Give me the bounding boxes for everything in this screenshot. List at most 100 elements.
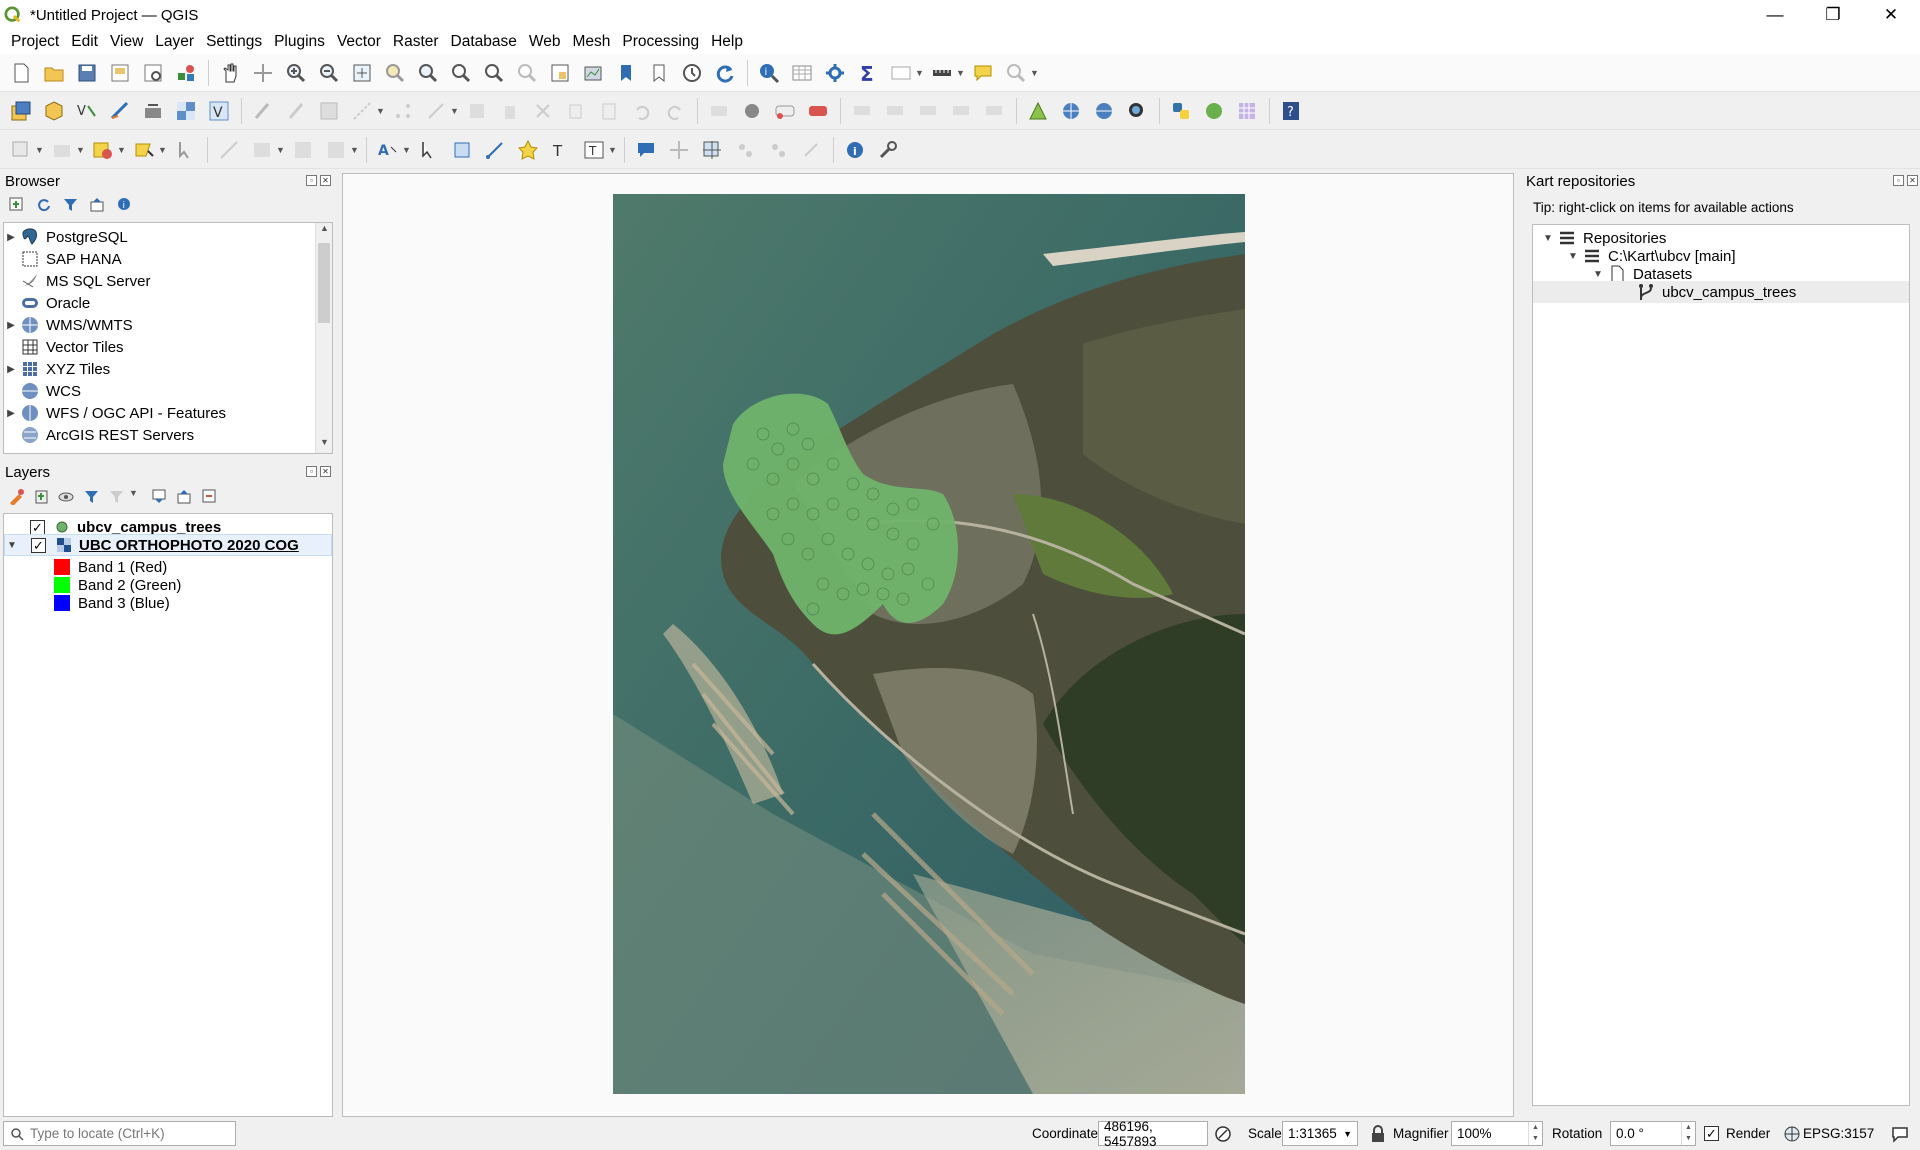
menu-vector[interactable]: Vector <box>331 33 387 51</box>
python-console-icon[interactable] <box>1168 98 1194 124</box>
new-shapefile-icon[interactable]: V <box>74 98 100 124</box>
identify-features-icon[interactable]: i <box>756 60 782 86</box>
abc-label-icon[interactable] <box>772 98 798 124</box>
close-button[interactable]: ✕ <box>1862 0 1920 30</box>
collapse-arrow-icon[interactable]: ▼ <box>5 540 19 551</box>
add-group-icon[interactable] <box>33 488 50 505</box>
chevron-down-icon[interactable]: ▼ <box>276 145 285 155</box>
zoom-to-selection-icon[interactable] <box>382 60 408 86</box>
trash-icon[interactable] <box>497 98 523 124</box>
label-tool-icon[interactable] <box>706 98 732 124</box>
save-project-icon[interactable] <box>74 60 100 86</box>
float-panel-icon[interactable]: ▫ <box>1893 175 1904 186</box>
menu-mesh[interactable]: Mesh <box>567 33 617 51</box>
advanced-digitizing-icon[interactable] <box>216 137 242 163</box>
filter-icon[interactable] <box>62 196 79 213</box>
new-temporary-layer-icon[interactable] <box>107 98 133 124</box>
delete-point-icon[interactable] <box>765 137 791 163</box>
new-3d-view-icon[interactable] <box>580 60 606 86</box>
new-bookmark-icon[interactable] <box>613 60 639 86</box>
map-canvas[interactable] <box>342 173 1514 1117</box>
menu-database[interactable]: Database <box>445 33 523 51</box>
add-raster-icon[interactable] <box>173 98 199 124</box>
new-project-icon[interactable] <box>8 60 34 86</box>
browser-item-vector-tiles[interactable]: Vector Tiles <box>4 336 124 358</box>
layer-labeling-icon[interactable] <box>739 98 765 124</box>
collapse-arrow-icon[interactable]: ▼ <box>1566 251 1580 262</box>
measure-icon[interactable] <box>929 60 955 86</box>
modify-attributes-icon[interactable] <box>423 98 449 124</box>
menu-processing[interactable]: Processing <box>616 33 705 51</box>
shape-digitize-icon[interactable] <box>249 137 275 163</box>
browser-item-wcs[interactable]: WCS <box>4 380 81 402</box>
layout-manager-icon[interactable] <box>140 60 166 86</box>
browser-item-sap-hana[interactable]: SAP HANA <box>4 248 122 270</box>
menu-raster[interactable]: Raster <box>387 33 445 51</box>
wrench-icon[interactable] <box>875 137 901 163</box>
scroll-thumb[interactable] <box>318 243 330 323</box>
close-panel-icon[interactable]: ✕ <box>1907 175 1918 186</box>
georeferencer-icon[interactable] <box>1025 98 1051 124</box>
coordinate-toggle-icon[interactable] <box>1214 1125 1232 1143</box>
metasearch-icon[interactable] <box>1124 98 1150 124</box>
wfs-globe-icon[interactable] <box>1091 98 1117 124</box>
layer-visibility-checkbox[interactable]: ✓ <box>31 537 46 553</box>
scale-field[interactable]: 1:31365 ▼ <box>1282 1121 1358 1146</box>
copy-icon[interactable] <box>563 98 589 124</box>
render-checkbox[interactable]: ✓ <box>1704 1126 1719 1141</box>
text-box-annotation-icon[interactable]: T <box>581 137 607 163</box>
chevron-down-icon[interactable]: ▼ <box>376 106 385 116</box>
minimize-button[interactable]: — <box>1746 0 1804 30</box>
expand-arrow-icon[interactable]: ▶ <box>4 232 18 243</box>
move-point-icon[interactable] <box>798 137 824 163</box>
lock-icon[interactable] <box>1370 1125 1386 1143</box>
add-selected-layers-icon[interactable] <box>8 196 25 213</box>
pan-to-selection-icon[interactable] <box>250 60 276 86</box>
style-panel-icon[interactable] <box>8 488 25 505</box>
menu-layer[interactable]: Layer <box>149 33 200 51</box>
open-project-icon[interactable] <box>41 60 67 86</box>
move-label-icon[interactable] <box>915 98 941 124</box>
zoom-out-icon[interactable] <box>316 60 342 86</box>
zoom-in-icon[interactable] <box>283 60 309 86</box>
select-location-icon[interactable] <box>131 137 157 163</box>
open-field-calculator-icon[interactable] <box>888 60 914 86</box>
collapse-all-icon[interactable] <box>89 196 106 213</box>
menu-plugins[interactable]: Plugins <box>268 33 331 51</box>
browser-item-wfs[interactable]: ▶ WFS / OGC API - Features <box>4 402 226 424</box>
new-map-view-icon[interactable] <box>547 60 573 86</box>
plugin-layer-icon[interactable] <box>1201 98 1227 124</box>
refresh-icon[interactable] <box>35 196 52 213</box>
map-tips-icon[interactable] <box>970 60 996 86</box>
chevron-down-icon[interactable]: ▼ <box>158 145 167 155</box>
browser-item-xyz-tiles[interactable]: ▶ XYZ Tiles <box>4 358 110 380</box>
undo-icon[interactable] <box>629 98 655 124</box>
data-source-manager-icon[interactable] <box>8 98 34 124</box>
chevron-down-icon[interactable]: ▼ <box>117 145 126 155</box>
manage-map-themes-icon[interactable] <box>58 488 75 505</box>
map-tip-annotation-icon[interactable] <box>633 137 659 163</box>
polygon-annotation-icon[interactable] <box>449 137 475 163</box>
grid-plugin-icon[interactable] <box>1234 98 1260 124</box>
menu-settings[interactable]: Settings <box>200 33 268 51</box>
zoom-full-icon[interactable] <box>349 60 375 86</box>
cut-icon[interactable] <box>530 98 556 124</box>
crs-globe-icon[interactable] <box>1783 1125 1801 1143</box>
split-features-icon[interactable] <box>290 137 316 163</box>
float-panel-icon[interactable]: ▫ <box>306 175 317 186</box>
statistics-sigma-icon[interactable]: Σ <box>855 60 881 86</box>
add-point-icon[interactable] <box>732 137 758 163</box>
browser-item-arcgis-rest[interactable]: ArcGIS REST Servers <box>4 424 194 446</box>
new-geopackage-icon[interactable] <box>41 98 67 124</box>
menu-web[interactable]: Web <box>523 33 567 51</box>
select-pointer-icon[interactable] <box>172 137 198 163</box>
collapse-all-icon[interactable] <box>176 488 193 505</box>
properties-icon[interactable]: i <box>116 196 133 213</box>
chevron-down-icon[interactable]: ▼ <box>450 106 459 116</box>
line-annotation-icon[interactable] <box>482 137 508 163</box>
help-icon[interactable]: ? <box>1278 98 1304 124</box>
rotate-label-icon[interactable] <box>948 98 974 124</box>
spin-arrows-icon[interactable]: ▲ ▼ <box>1528 1122 1542 1145</box>
menu-edit[interactable]: Edit <box>65 33 104 51</box>
browser-item-postgresql[interactable]: ▶ PostgreSQL <box>4 226 128 248</box>
